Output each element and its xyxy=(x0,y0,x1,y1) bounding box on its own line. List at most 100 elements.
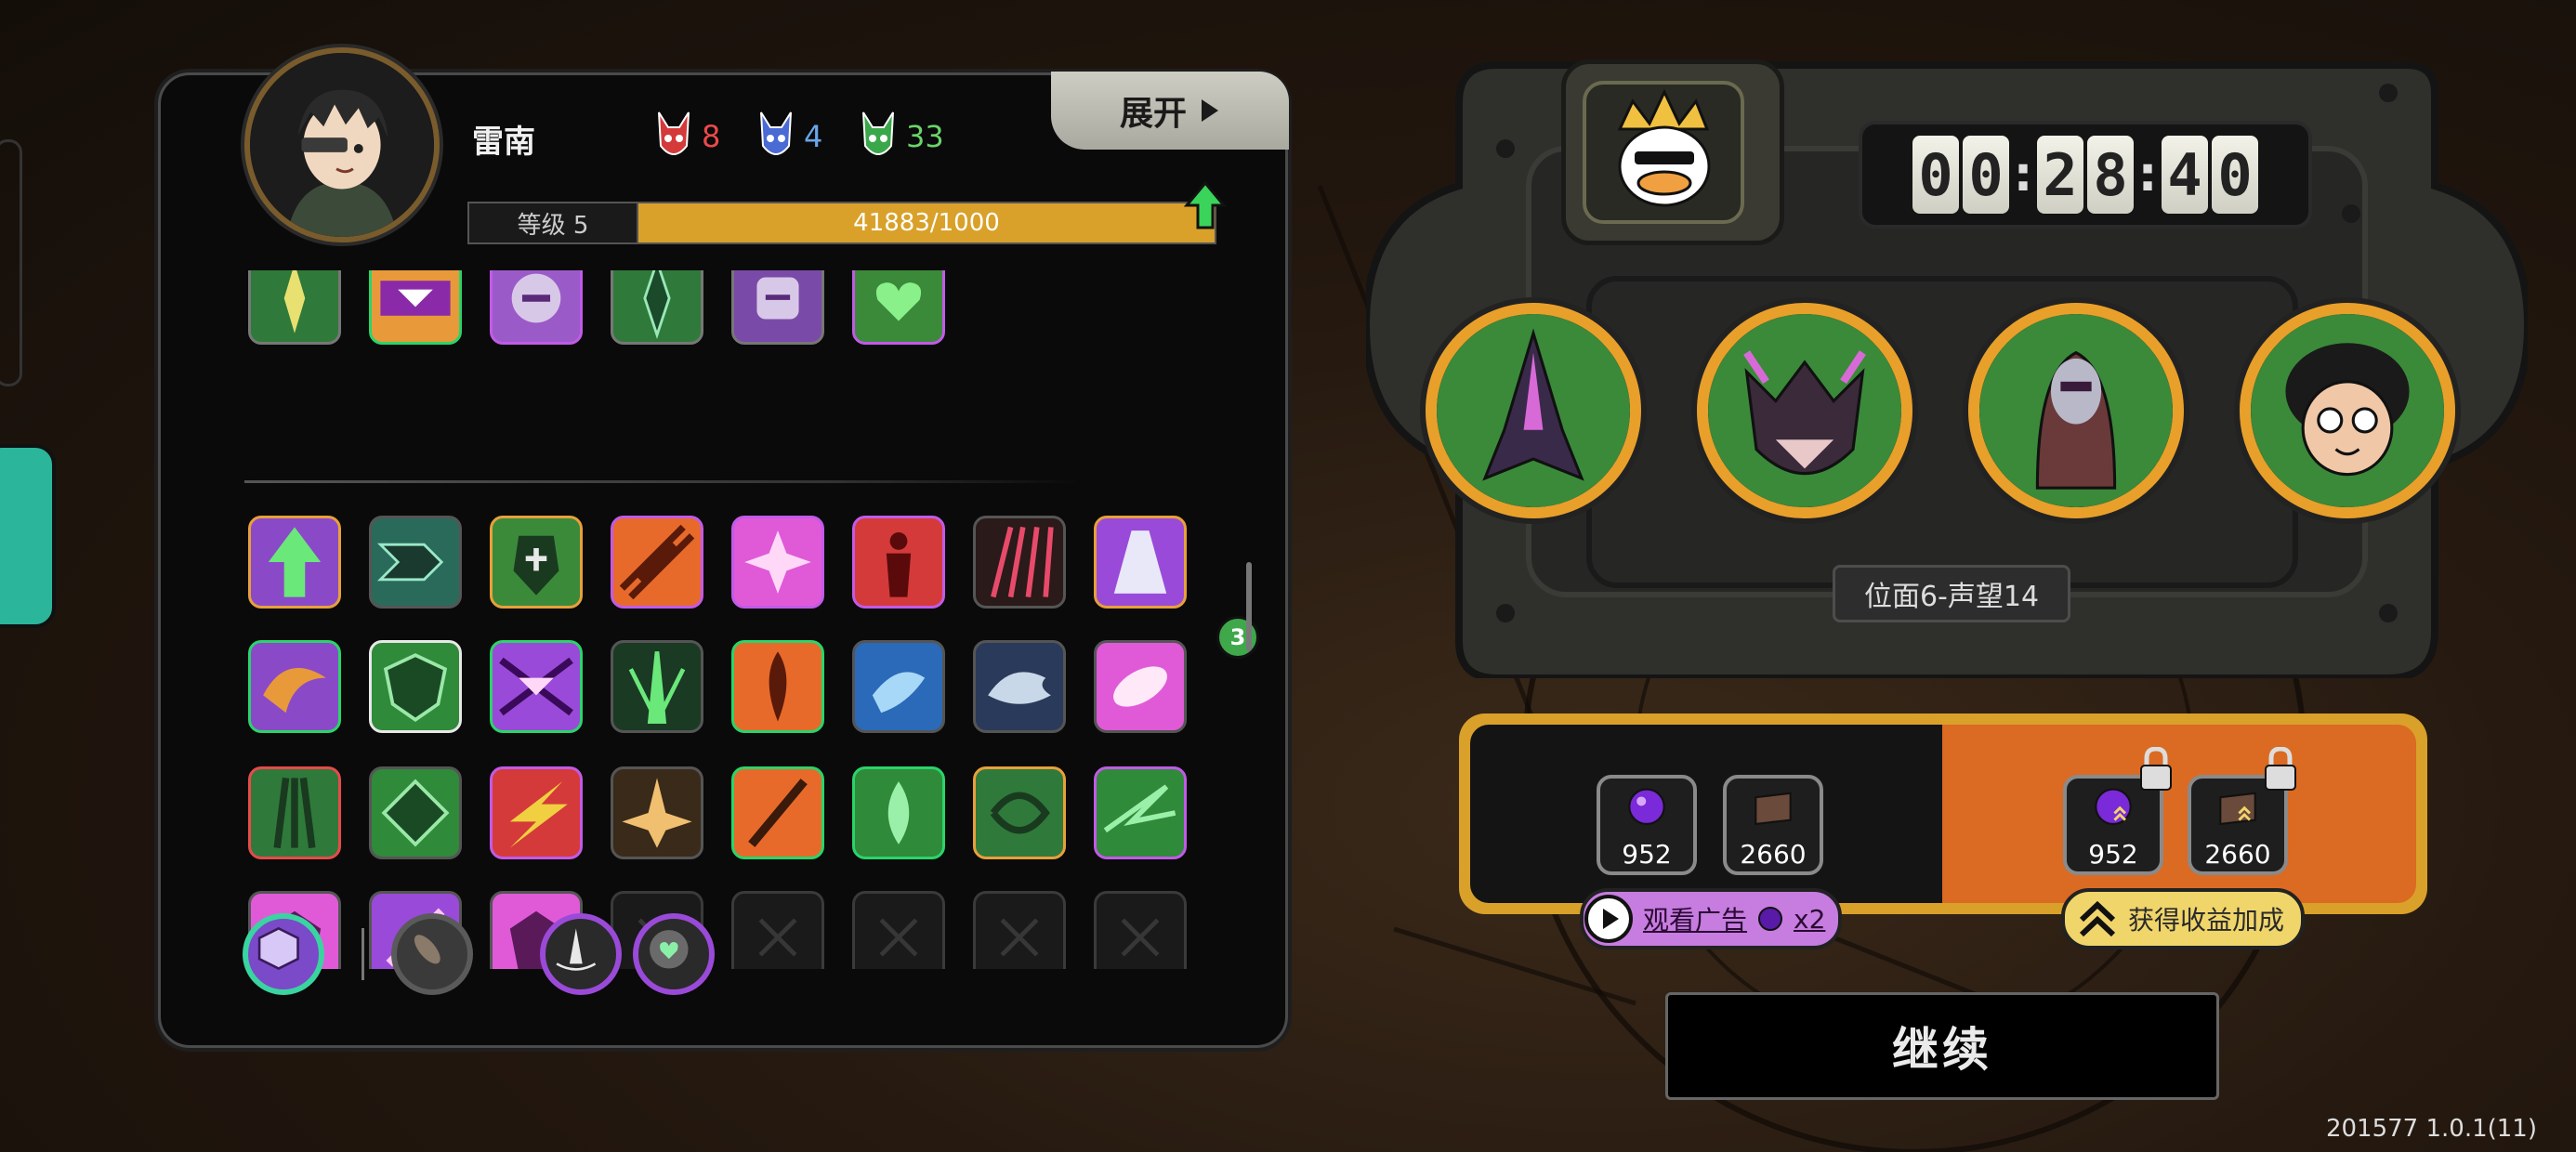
skill-icon-r1c1[interactable] xyxy=(248,516,341,609)
hero-portrait-icon xyxy=(250,53,434,237)
boss-icon-frame[interactable] xyxy=(1561,59,1784,245)
resource-green-mask: 33 xyxy=(858,109,944,164)
skill-icon-r3c7[interactable] xyxy=(973,766,1066,859)
equipment-icon-6[interactable] xyxy=(852,270,945,345)
timer-digit: 2 xyxy=(2037,136,2083,214)
reward-item-orb: 952 xyxy=(1597,775,1697,875)
plane-reputation-label: 位面6-声望14 xyxy=(1833,565,2070,622)
curly-hair-kid-icon xyxy=(2251,314,2444,507)
skill-icon-r2c1[interactable] xyxy=(248,640,341,733)
skill-icon-r2c6[interactable] xyxy=(852,640,945,733)
skill-icon-r3c8[interactable] xyxy=(1094,766,1187,859)
hooded-beast-icon xyxy=(1437,314,1630,507)
hero-panel: 雷南 8 4 33 展开 等级 5 41883/1000 3 xyxy=(158,47,1289,1048)
level-label: 等级 5 xyxy=(467,202,638,244)
skill-icon-r3c1[interactable] xyxy=(248,766,341,859)
resource-blue-mask: 4 xyxy=(756,109,822,164)
free-rewards: 952 2660 xyxy=(1470,725,1942,903)
equipment-icon-5[interactable] xyxy=(731,270,824,345)
empty-x-icon xyxy=(1000,918,1039,957)
horned-demon-icon xyxy=(1708,314,1901,507)
skill-icon-r3c5[interactable] xyxy=(731,766,824,859)
enemy-portrait-1[interactable] xyxy=(1426,303,1641,518)
book-icon xyxy=(1755,792,1792,826)
play-circle-icon xyxy=(1584,895,1633,943)
enemy-portrait-3[interactable] xyxy=(1968,303,2184,518)
skill-icon-r2c8[interactable] xyxy=(1094,640,1187,733)
hexagon-gem-icon xyxy=(257,926,299,970)
empty-x-icon xyxy=(1121,918,1160,957)
timer-digit: 0 xyxy=(1912,136,1959,214)
empty-x-icon xyxy=(758,918,797,957)
hero-avatar[interactable] xyxy=(244,47,440,242)
left-edge-frame xyxy=(0,139,22,386)
enemy-portrait-4[interactable] xyxy=(2240,303,2455,518)
red-mask-icon xyxy=(658,111,690,155)
skill-list-area[interactable]: 3 5 xyxy=(161,270,1285,969)
skill-icon-r2c7[interactable] xyxy=(973,640,1066,733)
relic-button[interactable] xyxy=(243,913,324,995)
purple-orb-icon xyxy=(1628,788,1665,826)
enemy-portrait-2[interactable] xyxy=(1697,303,1912,518)
play-arrow-icon xyxy=(1202,99,1218,122)
skill-icon-r2c2[interactable] xyxy=(369,640,462,733)
hero-name: 雷南 xyxy=(472,124,535,161)
skill-icon-r2c3[interactable] xyxy=(490,640,583,733)
expand-label: 展开 xyxy=(1119,95,1187,133)
skill-icon-r3c6[interactable] xyxy=(852,766,945,859)
equipment-icon-4[interactable] xyxy=(611,270,703,345)
stack-count-badge: 3 xyxy=(1216,616,1259,659)
reward-value: 952 xyxy=(1622,839,1672,870)
equipment-icon-2[interactable] xyxy=(369,270,462,345)
feather-icon xyxy=(414,935,440,964)
skill-icon-r1c4[interactable] xyxy=(611,516,703,609)
countdown-timer: 0 0 : 2 8 : 4 0 xyxy=(1859,121,2312,229)
empty-slot xyxy=(1094,891,1187,969)
equipment-icon-1[interactable] xyxy=(248,270,341,345)
version-label: 201577 1.0.1(11) xyxy=(2325,1115,2537,1143)
skill-icon-r3c4[interactable] xyxy=(611,766,703,859)
blue-mask-icon xyxy=(760,111,792,155)
skill-icon-r3c3[interactable] xyxy=(490,766,583,859)
lock-icon xyxy=(2265,747,2296,791)
green-mask-icon xyxy=(862,111,894,155)
side-tab-button[interactable] xyxy=(0,444,56,628)
xp-bar: 41883/1000 xyxy=(637,202,1216,244)
continue-button[interactable]: 继续 xyxy=(1665,992,2219,1100)
watch-ad-label: 观看广告 xyxy=(1643,905,1748,936)
reward-item-book: 2660 xyxy=(1723,775,1823,875)
crown-duck-icon xyxy=(1583,81,1744,224)
equipment-icon-3[interactable] xyxy=(490,270,583,345)
section-divider xyxy=(244,480,1081,483)
skill-icon-r3c2[interactable] xyxy=(369,766,462,859)
empty-slot xyxy=(973,891,1066,969)
ability-button-2[interactable] xyxy=(633,913,715,995)
resource-value: 4 xyxy=(804,119,823,154)
ability-button-1[interactable] xyxy=(540,913,622,995)
timer-digit: 0 xyxy=(2212,136,2258,214)
empty-slot xyxy=(852,891,945,969)
timer-digit: 4 xyxy=(2162,136,2208,214)
skill-icon-r2c4[interactable] xyxy=(611,640,703,733)
timer-colon: : xyxy=(2137,147,2158,203)
skill-icon-r1c7[interactable] xyxy=(973,516,1066,609)
resource-value: 8 xyxy=(702,119,721,154)
level-up-arrow-icon[interactable] xyxy=(1183,179,1228,231)
watch-ad-button[interactable]: 观看广告 x2 xyxy=(1580,888,1842,949)
reward-value: 2660 xyxy=(1740,839,1807,870)
skill-icon-r1c2[interactable] xyxy=(369,516,462,609)
skill-icon-r1c8[interactable] xyxy=(1094,516,1187,609)
heart-gem-icon xyxy=(650,930,689,969)
button-divider xyxy=(361,928,364,980)
expand-button[interactable]: 展开 xyxy=(1051,72,1289,150)
scrollbar[interactable] xyxy=(1246,562,1252,651)
reward-value: 2660 xyxy=(2204,839,2271,870)
income-bonus-button[interactable]: 获得收益加成 xyxy=(2061,888,2305,949)
skill-icon-r2c5[interactable] xyxy=(731,640,824,733)
skill-icon-r1c5[interactable] xyxy=(731,516,824,609)
timer-colon: : xyxy=(2013,147,2033,203)
item-button[interactable] xyxy=(391,913,473,995)
skill-icon-r1c3[interactable] xyxy=(490,516,583,609)
timer-digit: 8 xyxy=(2087,136,2134,214)
skill-icon-r1c6[interactable] xyxy=(852,516,945,609)
